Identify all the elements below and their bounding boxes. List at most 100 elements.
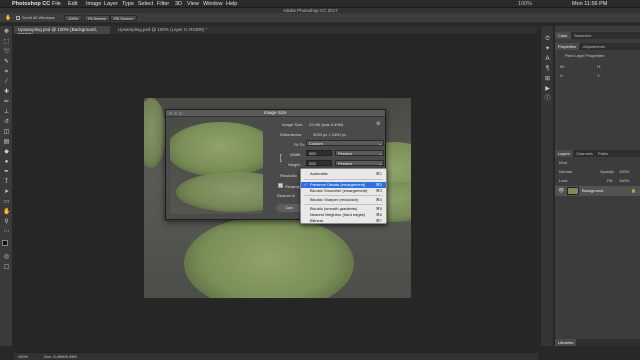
properties-subtitle: Pixel Layer Properties	[565, 53, 605, 58]
healing-tool-icon[interactable]: ✚	[3, 89, 10, 96]
menu-item-shortcut: ⌘4	[375, 197, 382, 202]
edit-toolbar-icon[interactable]: ⋯	[3, 229, 10, 236]
zoom-tool-icon[interactable]: ⚲	[3, 219, 10, 226]
image-size-value: 22.0M (was 5.49M)	[309, 122, 344, 127]
glyphs-panel-icon[interactable]: ⊞	[544, 76, 551, 83]
menu-app-name[interactable]: Photoshop CC	[12, 1, 50, 7]
fill-screen-button[interactable]: Fill Screen	[110, 15, 137, 21]
tab-libraries[interactable]: Libraries	[555, 339, 577, 346]
tab-upsampling-layer0[interactable]: Upsampling.psd @ 100% (Layer 0, RGB/8) *	[114, 26, 214, 34]
menu-window[interactable]: Window	[203, 1, 223, 7]
lily-pad-image	[176, 172, 263, 212]
y-prop-label: Y:	[597, 73, 601, 78]
tab-adjustments[interactable]: Adjustments	[580, 43, 608, 50]
blend-mode-select[interactable]: Normal	[559, 170, 572, 174]
tab-upsampling-background[interactable]: Upsampling.psd @ 100% (Background, RGB/8…	[14, 26, 110, 37]
minimize-icon[interactable]	[174, 112, 177, 115]
marquee-tool-icon[interactable]: ⬚	[3, 39, 10, 46]
gear-icon[interactable]: ⚙	[376, 121, 380, 127]
status-zoom[interactable]: 100%	[18, 355, 28, 359]
panel-icon-strip: ⏱ ✦ A ¶ ⊞ ▶ ⓘ	[540, 26, 554, 346]
chevron-down-icon: ⌄	[378, 141, 382, 146]
paragraph-panel-icon[interactable]: ¶	[544, 66, 551, 73]
menu-file[interactable]: File	[52, 1, 61, 7]
constrain-proportions-link-icon[interactable]	[280, 154, 282, 162]
tab-properties[interactable]: Properties	[555, 43, 580, 50]
width-prop-label: W:	[560, 64, 565, 69]
menu-item-bicubic-sharper[interactable]: Bicubic Sharper (reduction) ⌘4	[301, 197, 386, 203]
move-tool-icon[interactable]: ✥	[3, 29, 10, 36]
brush-tool-icon[interactable]: ✏	[3, 99, 10, 106]
menu-image[interactable]: Image	[86, 1, 101, 7]
fill-value[interactable]: 100%	[619, 179, 629, 183]
stamp-tool-icon[interactable]: ⊥	[3, 109, 10, 116]
zoom-icon[interactable]	[179, 112, 182, 115]
hand-tool-icon[interactable]: ✋	[3, 209, 10, 216]
history-panel-icon[interactable]: ⏱	[544, 36, 551, 43]
character-panel-icon[interactable]: A	[544, 56, 551, 63]
opacity-value[interactable]: 100%	[619, 170, 629, 174]
menu-item-bicubic-smoother[interactable]: Bicubic Smoother (enlargement) ⌘3	[301, 188, 386, 194]
cancel-button[interactable]: Can	[276, 204, 302, 212]
menu-item-automatic[interactable]: Automatic ⌘1	[301, 171, 386, 177]
menu-3d[interactable]: 3D	[175, 1, 182, 7]
height-unit-select[interactable]: Percent ⌄	[335, 160, 384, 166]
menu-view[interactable]: View	[187, 1, 199, 7]
width-unit-select[interactable]: Percent ⌄	[335, 150, 384, 156]
shape-tool-icon[interactable]: ▭	[3, 199, 10, 206]
opacity-label: Opacity:	[600, 169, 615, 174]
tab-layers[interactable]: Layers	[555, 150, 574, 157]
dialog-title-bar: Image Size	[166, 110, 385, 117]
blur-tool-icon[interactable]: ◆	[3, 149, 10, 156]
resolution-label: Resolutio	[280, 173, 297, 178]
menu-layer[interactable]: Layer	[104, 1, 118, 7]
brush-panel-icon[interactable]: ✦	[544, 46, 551, 53]
gradient-tool-icon[interactable]: ▤	[3, 139, 10, 146]
dialog-title: Image Size	[264, 110, 287, 115]
document-tabs: Upsampling.psd @ 100% (Background, RGB/8…	[14, 26, 538, 37]
actions-panel-icon[interactable]: ▶	[544, 86, 551, 93]
eyedropper-tool-icon[interactable]: ⁄	[3, 79, 10, 86]
screen-mode-icon[interactable]: ▢	[3, 264, 10, 271]
eraser-tool-icon[interactable]: ◫	[3, 129, 10, 136]
image-preview[interactable]	[170, 120, 263, 214]
eye-visibility-icon[interactable]: 👁	[558, 188, 564, 194]
menu-item-shortcut: ⌘1	[375, 171, 382, 176]
tab-channels[interactable]: Channels	[573, 150, 596, 157]
info-panel-icon[interactable]: ⓘ	[544, 96, 551, 103]
path-select-tool-icon[interactable]: ➤	[3, 189, 10, 196]
height-input[interactable]: 200	[306, 160, 332, 166]
type-tool-icon[interactable]: T	[3, 179, 10, 186]
width-input[interactable]: 200	[306, 150, 332, 156]
dodge-tool-icon[interactable]: ●	[3, 159, 10, 166]
tab-swatches[interactable]: Swatches	[571, 32, 594, 39]
hand-tool-icon[interactable]: ✋	[5, 15, 11, 21]
crop-tool-icon[interactable]: ⌗	[3, 69, 10, 76]
tab-paths[interactable]: Paths	[595, 150, 611, 157]
close-icon[interactable]	[169, 112, 172, 115]
menu-help[interactable]: Help	[226, 1, 237, 7]
lasso-tool-icon[interactable]: ➰	[3, 49, 10, 56]
fit-to-select[interactable]: Custom ⌄	[306, 140, 384, 146]
height-prop-label: H:	[597, 64, 601, 69]
fit-screen-button[interactable]: Fit Screen	[84, 15, 111, 21]
menu-filter[interactable]: Filter	[157, 1, 169, 7]
tab-color[interactable]: Color	[555, 32, 571, 39]
menu-select[interactable]: Select	[138, 1, 153, 7]
quick-select-tool-icon[interactable]: ✎	[3, 59, 10, 66]
menu-edit[interactable]: Edit	[68, 1, 77, 7]
layer-name: Background	[582, 188, 604, 193]
menu-item-bilinear[interactable]: Bilinear ⌘7	[301, 218, 386, 224]
menu-type[interactable]: Type	[122, 1, 134, 7]
foreground-color-swatch[interactable]	[2, 240, 8, 246]
pen-tool-icon[interactable]: ✒	[3, 169, 10, 176]
layer-filter-kind[interactable]: Kind	[559, 161, 567, 165]
quick-mask-icon[interactable]: ◎	[3, 254, 10, 261]
image-size-label: Image Size:	[282, 122, 304, 127]
zoom-100-button[interactable]: 100%	[64, 15, 83, 21]
cancel-button-label: Can	[285, 205, 293, 210]
layer-row-background[interactable]: 👁 Background 🔒	[555, 186, 640, 196]
resample-checkbox[interactable]: ✓	[278, 183, 283, 188]
history-brush-tool-icon[interactable]: ↺	[3, 119, 10, 126]
scroll-all-checkbox[interactable]	[16, 16, 20, 20]
